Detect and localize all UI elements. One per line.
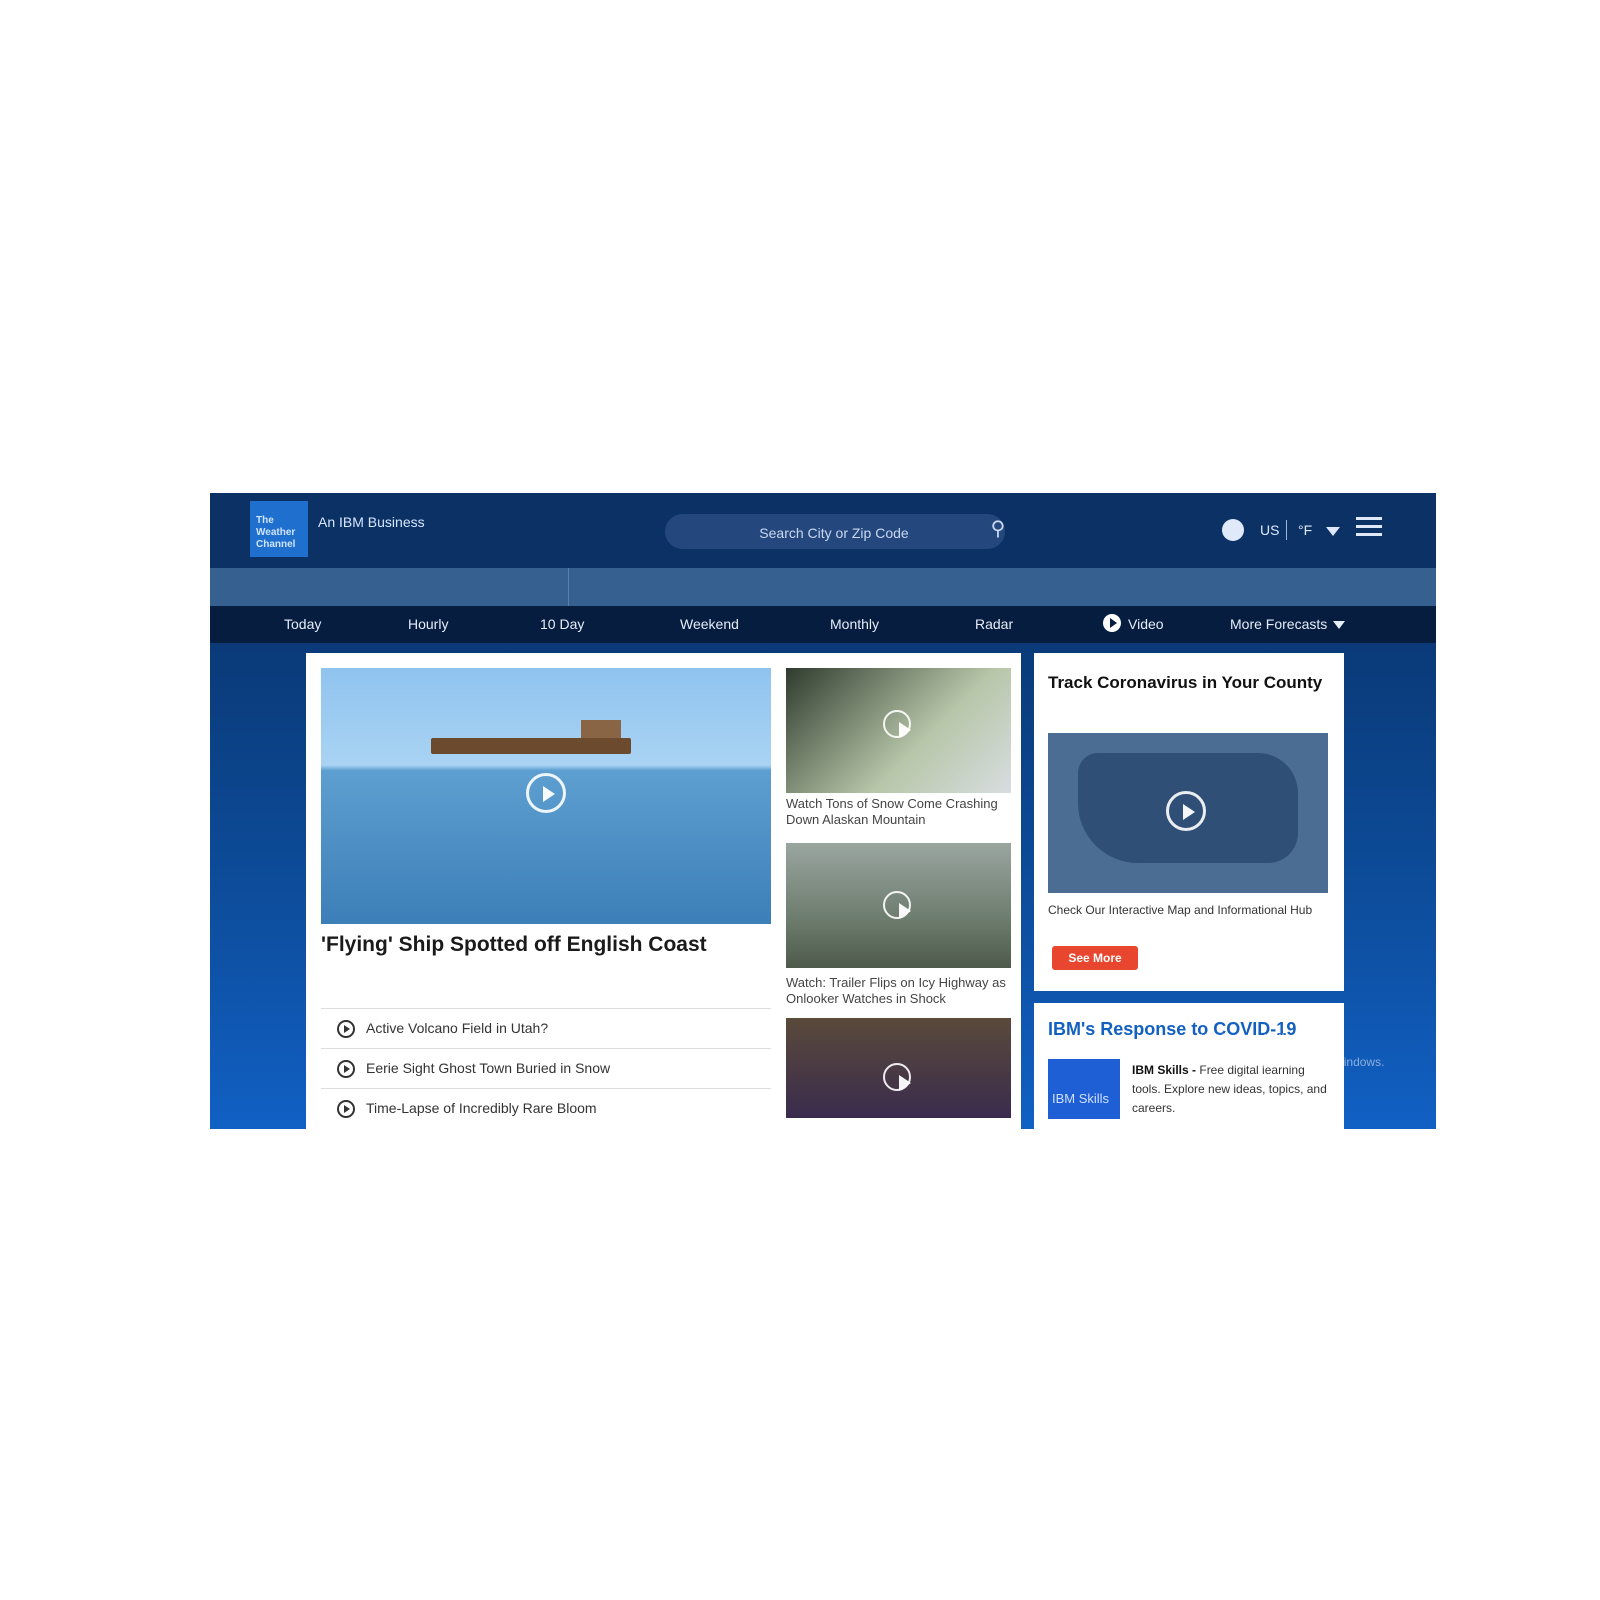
- play-icon: [526, 773, 566, 813]
- locale-country: US: [1260, 522, 1280, 538]
- header: The Weather Channel An IBM Business ⚲ US…: [210, 493, 1436, 568]
- weather-channel-logo[interactable]: The Weather Channel: [250, 501, 308, 557]
- tab-video[interactable]: Video: [1103, 606, 1164, 643]
- ibm-skills-button[interactable]: IBM Skills: [1048, 1059, 1120, 1119]
- play-circle-icon: [337, 1020, 355, 1038]
- play-icon: [883, 710, 911, 738]
- caret-down-icon: [1333, 621, 1346, 630]
- locale-divider: [1286, 520, 1287, 540]
- ibm-skills-logo-text: IBM Skills: [1052, 1091, 1110, 1106]
- search-icon: ⚲: [990, 518, 1006, 540]
- hero-video-thumbnail[interactable]: [321, 668, 771, 924]
- search-bar: [665, 514, 1005, 549]
- play-circle-icon: [337, 1100, 355, 1118]
- tab-weekend[interactable]: Weekend: [680, 606, 739, 643]
- logo-text: The Weather Channel: [256, 515, 296, 550]
- forecast-menu-bar: Today Hourly 10 Day Weekend Monthly Rada…: [210, 606, 1436, 643]
- hero-title[interactable]: 'Flying' Ship Spotted off English Coast: [321, 933, 771, 957]
- video-caption[interactable]: Watch: Trailer Flips on Icy Highway as O…: [786, 975, 1011, 1007]
- hamburger-icon: [1356, 517, 1382, 520]
- globe-icon: [1222, 519, 1244, 541]
- play-icon: [883, 1063, 911, 1091]
- weather-page: The Weather Channel An IBM Business ⚲ US…: [210, 493, 1436, 1129]
- locale-unit: °F: [1298, 522, 1313, 538]
- search-button[interactable]: ⚲: [980, 511, 1016, 548]
- tab-today[interactable]: Today: [284, 606, 321, 643]
- locale-selector[interactable]: US °F: [1216, 515, 1341, 547]
- corona-title[interactable]: Track Coronavirus in Your County: [1048, 669, 1328, 697]
- see-more-button[interactable]: See More: [1052, 946, 1138, 970]
- tab-more-forecasts[interactable]: More Forecasts: [1230, 606, 1346, 643]
- ibm-business-tagline: An IBM Business: [318, 514, 425, 530]
- ibm-skills-label: IBM Skills -: [1132, 1063, 1200, 1077]
- chevron-down-icon: [1326, 527, 1340, 536]
- tab-radar[interactable]: Radar: [975, 606, 1013, 643]
- secondary-strip: [210, 568, 1436, 606]
- ship-image: [431, 720, 631, 754]
- play-circle-icon: [337, 1060, 355, 1078]
- strip-divider: [568, 568, 569, 606]
- tab-10-day[interactable]: 10 Day: [540, 606, 584, 643]
- video-caption[interactable]: Watch Tons of Snow Come Crashing Down Al…: [786, 796, 1011, 828]
- play-icon: [1103, 614, 1121, 633]
- video-thumbnail[interactable]: [786, 843, 1011, 968]
- coronavirus-tracker-card: Track Coronavirus in Your County Check O…: [1034, 653, 1344, 991]
- us-map-image[interactable]: [1048, 733, 1328, 893]
- search-input[interactable]: [697, 517, 971, 548]
- story-link[interactable]: Active Volcano Field in Utah?: [321, 1008, 771, 1049]
- tab-hourly[interactable]: Hourly: [408, 606, 448, 643]
- video-thumbnail[interactable]: [786, 1018, 1011, 1118]
- tab-monthly[interactable]: Monthly: [830, 606, 879, 643]
- play-icon: [883, 891, 911, 919]
- hamburger-menu-button[interactable]: [1356, 517, 1382, 541]
- featured-videos-card: 'Flying' Ship Spotted off English Coast …: [306, 653, 1021, 1129]
- activate-windows-watermark: Activate Windows: [1195, 1031, 1338, 1051]
- story-link[interactable]: Eerie Sight Ghost Town Buried in Snow: [321, 1048, 771, 1089]
- video-thumbnail[interactable]: [786, 668, 1011, 793]
- activate-windows-subtitle: Go to Settings to activate Windows.: [1195, 1055, 1385, 1069]
- ibm-skills-description: IBM Skills - Free digital learning tools…: [1132, 1061, 1332, 1118]
- story-link[interactable]: Time-Lapse of Incredibly Rare Bloom: [321, 1088, 771, 1129]
- corona-description: Check Our Interactive Map and Informatio…: [1048, 903, 1313, 917]
- play-icon: [1166, 791, 1206, 831]
